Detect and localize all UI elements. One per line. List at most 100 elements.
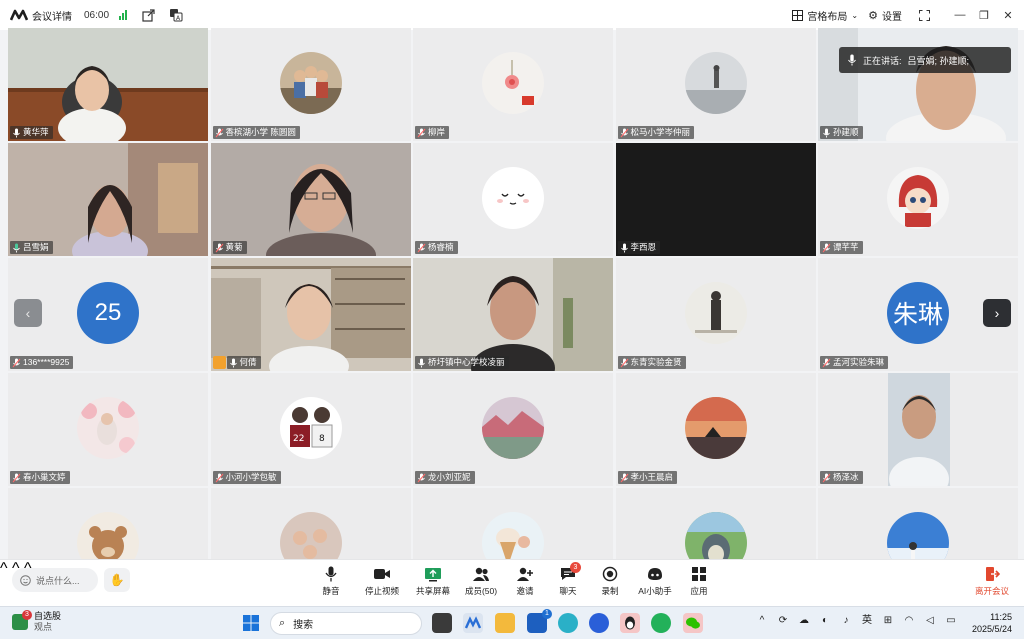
grid-layout-icon: [792, 9, 804, 21]
grid-layout-button[interactable]: 宫格布局 ⌄: [792, 8, 858, 23]
previous-page-button[interactable]: ‹: [14, 299, 42, 327]
taskbar-app-green-icon[interactable]: [651, 613, 671, 633]
participant-name-tag: 李西恩: [617, 241, 661, 254]
apps-button[interactable]: 应用: [674, 566, 724, 597]
participant-tile[interactable]: [615, 488, 816, 559]
participant-tile[interactable]: 黄华萍: [8, 28, 208, 141]
hand-icon: ✋: [109, 573, 125, 587]
tray-cloud-icon[interactable]: ☁: [798, 615, 810, 627]
quick-chat-input[interactable]: 说点什么...: [12, 568, 98, 592]
speaking-names: 吕雪娟; 孙建顺;: [907, 55, 970, 66]
participant-name-tag: 孝小王晨启: [617, 471, 678, 484]
tray-chevron-up-icon[interactable]: ^: [756, 615, 768, 627]
mute-button[interactable]: 静音: [306, 566, 356, 597]
participant-tile[interactable]: 孝小王晨启: [615, 373, 816, 486]
network-signal-icon[interactable]: [119, 10, 128, 20]
stock-widget[interactable]: 3 自选股 观点: [12, 610, 61, 633]
participant-tile[interactable]: 杨睿楠: [413, 143, 613, 256]
members-icon: [473, 567, 489, 581]
tray-sync-icon[interactable]: ⟳: [777, 615, 789, 627]
participant-name-tag: 东青实验金贤: [617, 356, 686, 369]
participant-tile[interactable]: 春小巢文婷: [8, 373, 208, 486]
meeting-details-link[interactable]: 会议详情: [32, 8, 72, 23]
participant-tile[interactable]: 黄菊: [210, 143, 411, 256]
microphone-icon: [325, 566, 337, 582]
leave-meeting-button[interactable]: 离开会议: [970, 566, 1014, 597]
minimize-icon[interactable]: —: [948, 0, 972, 30]
participant-tile[interactable]: 谭芊芊: [818, 143, 1018, 256]
windows-start-icon[interactable]: [242, 614, 260, 632]
fullscreen-icon[interactable]: [912, 0, 936, 30]
apps-grid-icon: [692, 567, 706, 581]
participant-tile-speaking[interactable]: 吕雪娟: [8, 143, 208, 256]
participant-tile[interactable]: 何倩: [210, 258, 411, 371]
taskbar-clock[interactable]: 11:25 2025/5/24: [966, 611, 1012, 635]
tray-wifi-icon[interactable]: ◠: [903, 615, 915, 627]
participant-tile[interactable]: 龙小刘亚妮: [413, 373, 613, 486]
exit-icon: [986, 567, 1000, 581]
record-button[interactable]: 录制: [585, 566, 635, 597]
participant-tile[interactable]: 东青实验金贤: [615, 258, 816, 371]
taskbar-browser-icon[interactable]: [589, 613, 609, 633]
video-camera-icon: [374, 569, 390, 579]
tray-microphone-icon[interactable]: ♪: [840, 615, 852, 627]
participant-tile[interactable]: 柳岸: [413, 28, 613, 141]
tray-battery-icon[interactable]: ▭: [945, 615, 957, 627]
svg-text:8: 8: [319, 434, 325, 444]
chevron-left-icon: ‹: [25, 305, 31, 321]
participant-tile[interactable]: 桥圩镇中心学校凌丽: [413, 258, 613, 371]
add-user-icon: [517, 567, 533, 581]
participant-avatar: [482, 51, 544, 114]
taskbar-wechat-icon[interactable]: [683, 613, 703, 633]
members-button[interactable]: 成员(50): [456, 566, 506, 597]
members-label: 成员(50): [464, 586, 498, 596]
next-page-button[interactable]: ›: [983, 299, 1011, 327]
raise-hand-button[interactable]: ✋: [104, 568, 130, 592]
participant-tile[interactable]: 李西恩: [615, 143, 816, 256]
stop-video-button[interactable]: 停止视频: [357, 566, 407, 597]
tray-app-icon[interactable]: ◐: [819, 615, 831, 627]
mute-options-caret-icon[interactable]: ^: [0, 560, 8, 577]
taskbar-qq-icon[interactable]: [620, 613, 640, 633]
taskbar-search-box[interactable]: ⌕ 搜索: [270, 612, 422, 635]
taskbar-edge-icon[interactable]: [558, 613, 578, 633]
restore-icon[interactable]: ❐: [972, 0, 996, 30]
participant-name: 杨睿楠: [428, 242, 454, 252]
participant-name: 杨泽冰: [833, 472, 859, 482]
participant-tile[interactable]: 杨泽冰: [818, 373, 1018, 486]
participant-name: 小河小学包敏: [225, 472, 277, 482]
participant-tile[interactable]: 香槟湖小学 陈圆圆: [210, 28, 411, 141]
taskbar-app-desktop-icon[interactable]: [432, 613, 452, 633]
tray-volume-icon[interactable]: ◁: [924, 615, 936, 627]
avatar-initials: 朱琳: [892, 300, 943, 329]
taskbar-app-meeting-icon[interactable]: [463, 613, 483, 633]
share-screen-button[interactable]: 共享屏幕: [408, 566, 458, 597]
apps-label: 应用: [690, 586, 708, 596]
participant-name: 孟河实验朱琳: [833, 357, 885, 367]
taskbar-file-explorer-icon[interactable]: [495, 613, 515, 633]
participant-tile[interactable]: [413, 488, 613, 559]
close-icon[interactable]: ✕: [996, 0, 1020, 30]
participant-name: 136****9925: [23, 357, 70, 367]
ai-assistant-button[interactable]: AI小助手: [630, 566, 680, 597]
participant-tile[interactable]: [8, 488, 208, 559]
tray-grid-icon[interactable]: ⊞: [882, 615, 894, 627]
participant-avatar-initials: 25: [77, 281, 139, 344]
participant-tile[interactable]: [818, 488, 1018, 559]
participant-name: 李西恩: [630, 242, 657, 252]
share-link-icon[interactable]: [141, 8, 155, 22]
participant-tile[interactable]: [210, 488, 411, 559]
participant-name-tag: 桥圩镇中心学校凌丽: [415, 356, 509, 369]
participant-tile[interactable]: 孙建顺: [818, 28, 1018, 141]
participant-tile[interactable]: 22 8 小河小学包敏: [210, 373, 411, 486]
participant-name: 春小巢文婷: [23, 472, 66, 482]
settings-button[interactable]: ⚙ 设置: [868, 8, 902, 23]
tray-ime-indicator[interactable]: 英: [861, 615, 873, 627]
translate-icon[interactable]: A: [169, 8, 183, 22]
taskbar-store-icon[interactable]: 1: [527, 609, 552, 633]
emoji-icon: [20, 574, 31, 586]
participant-tile[interactable]: 松马小学岑仲丽: [615, 28, 816, 141]
participant-name: 谭芊芊: [833, 242, 859, 252]
participant-name: 香槟湖小学 陈圆圆: [225, 127, 296, 137]
host-badge-icon: [212, 356, 226, 369]
